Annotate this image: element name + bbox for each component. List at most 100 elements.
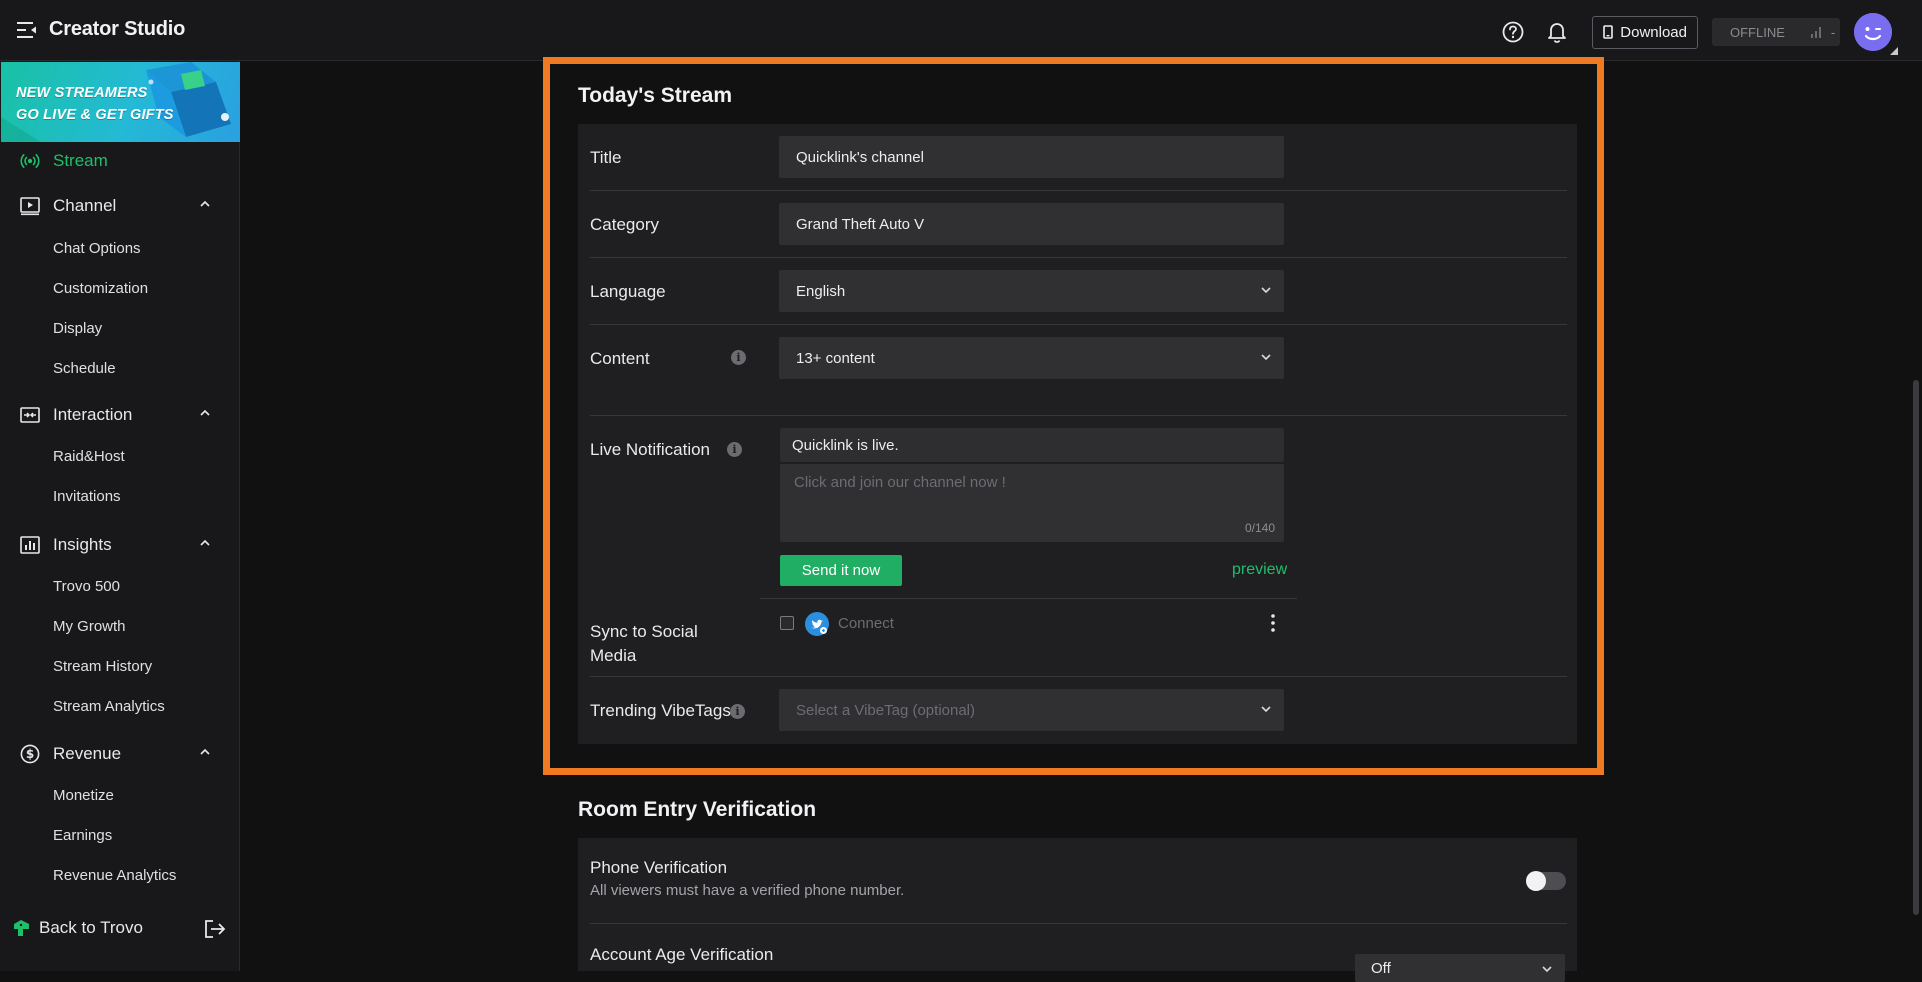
sidebar-item-earnings[interactable]: Earnings (0, 818, 239, 854)
info-icon[interactable]: i (727, 442, 742, 457)
sidebar-item-label: Schedule (53, 360, 116, 377)
sidebar-item-label: Customization (53, 280, 149, 297)
live-notification-label: Live Notification (590, 440, 711, 459)
notification-bell-icon[interactable] (1542, 15, 1572, 49)
sidebar-item-insights[interactable]: Insights (0, 525, 239, 565)
logout-icon[interactable] (204, 919, 226, 939)
app-title: Creator Studio (49, 18, 186, 40)
divider (590, 190, 1567, 191)
svg-text:$: $ (26, 747, 34, 761)
help-icon[interactable] (1498, 15, 1528, 49)
title-label: Title (590, 148, 622, 167)
promo-banner[interactable]: NEW STREAMERS GO LIVE & GET GIFTS (1, 62, 240, 142)
info-icon[interactable]: i (730, 704, 745, 719)
sidebar-item-label: Invitations (53, 488, 121, 505)
sync-social-label-line-1: Sync to Social (590, 622, 698, 641)
sidebar-item-schedule[interactable]: Schedule (0, 351, 239, 387)
sidebar-item-trovo-500[interactable]: Trovo 500 (0, 569, 239, 605)
todays-stream-card: Title Quicklink's channel Category Grand… (578, 124, 1577, 744)
category-label: Category (590, 215, 659, 234)
chevron-up-icon[interactable] (199, 748, 211, 756)
sidebar-item-label: Revenue Analytics (53, 867, 177, 884)
preview-link[interactable]: preview (1232, 561, 1287, 579)
trovo-logo-icon (12, 919, 31, 938)
connect-label[interactable]: Connect (838, 615, 894, 632)
language-select[interactable]: English (779, 270, 1284, 312)
chevron-up-icon[interactable] (199, 409, 211, 417)
status-label: OFFLINE (1730, 24, 1785, 40)
phone-verification-label: Phone Verification (590, 858, 728, 877)
todays-stream-title: Today's Stream (578, 84, 732, 107)
download-label: Download (1620, 23, 1687, 41)
divider (590, 923, 1567, 924)
sidebar-item-channel[interactable]: Channel (0, 186, 239, 226)
sidebar-item-label: Revenue (53, 744, 122, 763)
category-input[interactable]: Grand Theft Auto V (779, 203, 1284, 245)
toggle-knob (1526, 871, 1546, 891)
more-options-icon[interactable] (1271, 614, 1275, 632)
menu-collapse-icon[interactable] (17, 21, 37, 39)
sidebar-item-label: Earnings (53, 827, 113, 844)
sidebar-item-stream-analytics[interactable]: Stream Analytics (0, 689, 239, 725)
avatar[interactable] (1854, 13, 1898, 55)
sidebar-item-label: Interaction (53, 405, 133, 424)
sidebar-item-label: Raid&Host (53, 448, 125, 465)
sidebar-item-my-growth[interactable]: My Growth (0, 609, 239, 645)
sidebar-item-label: Display (53, 320, 103, 337)
divider (760, 598, 1297, 599)
sidebar-item-revenue-analytics[interactable]: Revenue Analytics (0, 858, 239, 894)
content-rating-select[interactable]: 13+ content (779, 337, 1284, 379)
sidebar-item-stream-history[interactable]: Stream History (0, 649, 239, 685)
sidebar-item-raid-host[interactable]: Raid&Host (0, 439, 239, 475)
broadcast-icon (20, 151, 40, 171)
sidebar-item-chat-options[interactable]: Chat Options (0, 231, 239, 267)
back-to-trovo-link[interactable]: Back to Trovo (12, 918, 143, 938)
phone-verification-toggle[interactable] (1526, 871, 1566, 891)
notification-message-textarea[interactable]: Click and join our channel now ! 0/140 (780, 464, 1284, 542)
sidebar-item-label: Insights (53, 535, 112, 554)
twitter-icon (805, 612, 829, 636)
content-value: 13+ content (796, 349, 875, 367)
sidebar-item-monetize[interactable]: Monetize (0, 778, 239, 814)
divider (590, 676, 1567, 677)
language-value: English (796, 282, 846, 300)
chevron-up-icon[interactable] (199, 539, 211, 547)
info-icon[interactable]: i (731, 350, 746, 365)
account-age-select[interactable]: Off (1355, 954, 1565, 982)
download-button[interactable]: Download (1592, 15, 1698, 49)
sidebar-item-label: My Growth (53, 618, 126, 635)
top-bar: Creator Studio Download OFFLINE - (0, 0, 1922, 61)
twitter-sync-checkbox[interactable] (780, 616, 794, 630)
sidebar-item-invitations[interactable]: Invitations (0, 479, 239, 515)
status-value: - (1830, 24, 1836, 40)
play-square-icon (20, 196, 40, 216)
phone-verification-description: All viewers must have a verified phone n… (590, 882, 905, 899)
vibetag-select[interactable]: Select a VibeTag (optional) (779, 689, 1284, 731)
content-label: Content (590, 349, 650, 368)
account-age-value: Off (1371, 959, 1391, 977)
back-to-trovo-label: Back to Trovo (39, 918, 143, 937)
sidebar-item-customization[interactable]: Customization (0, 271, 239, 307)
vibetags-label: Trending VibeTags (590, 701, 731, 720)
send-it-now-button[interactable]: Send it now (780, 555, 902, 586)
avatar-dropdown-icon[interactable] (1890, 47, 1898, 55)
title-value: Quicklink's channel (796, 148, 924, 166)
account-age-label: Account Age Verification (590, 945, 774, 964)
notification-message-placeholder: Click and join our channel now ! (794, 474, 1006, 491)
sidebar-item-display[interactable]: Display (0, 311, 239, 347)
sidebar-item-interaction[interactable]: Interaction (0, 395, 239, 435)
notification-headline: Quicklink is live. (780, 428, 1284, 462)
chevron-down-icon (1541, 965, 1553, 973)
bar-chart-icon (20, 535, 40, 555)
sidebar-item-stream[interactable]: Stream (0, 141, 239, 181)
sidebar-footer: Back to Trovo (0, 901, 239, 971)
logo[interactable]: Creator Studio (17, 18, 185, 41)
sidebar-item-label: Channel (53, 196, 117, 215)
stream-status-badge: OFFLINE - (1712, 18, 1840, 46)
scrollbar[interactable] (1913, 380, 1919, 915)
char-counter: 0/140 (1244, 521, 1275, 535)
interaction-icon (20, 405, 40, 425)
sidebar-item-revenue[interactable]: $ Revenue (0, 734, 239, 774)
title-input[interactable]: Quicklink's channel (779, 136, 1284, 178)
chevron-up-icon[interactable] (199, 200, 211, 208)
